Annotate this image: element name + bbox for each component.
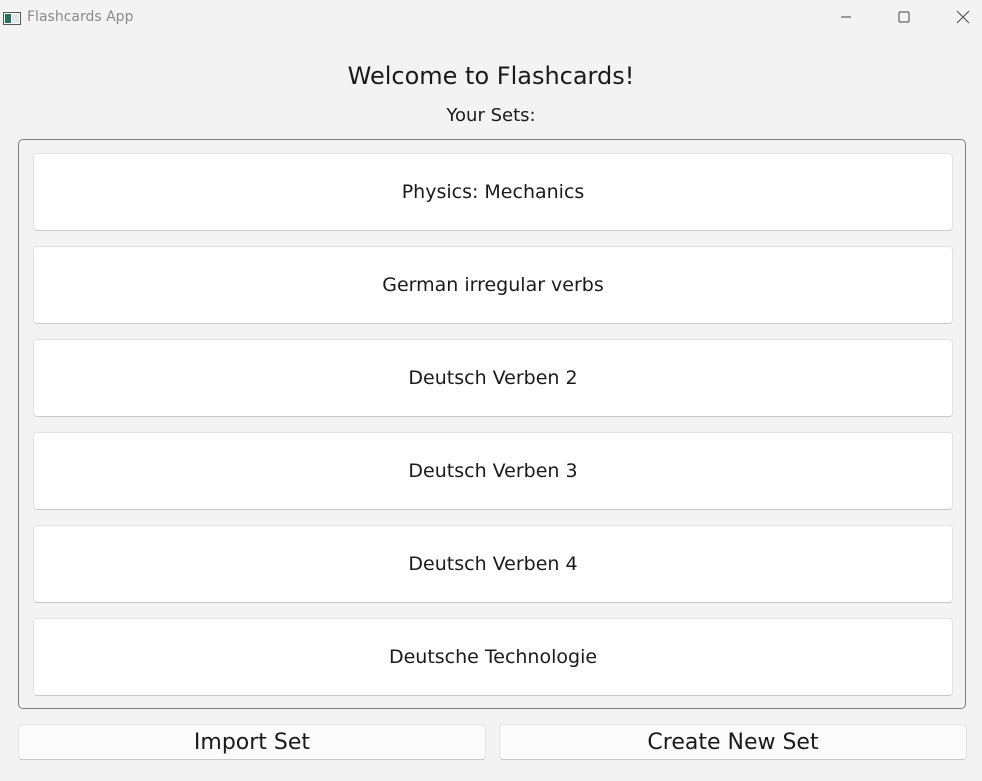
import-set-label: Import Set [193, 729, 311, 755]
window-title: Flashcards App [27, 9, 134, 25]
sets-list[interactable]: Physics: Mechanics German irregular verb… [18, 139, 966, 709]
set-item-label: Deutsch Verben 4 [408, 553, 578, 575]
maximize-icon [898, 11, 910, 23]
title-bar: Flashcards App [0, 0, 982, 34]
create-new-set-button[interactable]: Create New Set [499, 724, 967, 760]
set-item[interactable]: Deutsch Verben 4 [33, 525, 953, 603]
set-item[interactable]: Deutsch Verben 2 [33, 339, 953, 417]
maximize-button[interactable] [881, 0, 927, 34]
sets-subheading: Your Sets: [446, 105, 536, 126]
minimize-icon [840, 11, 852, 23]
welcome-heading: Welcome to Flashcards! [347, 62, 635, 90]
set-item-label: Deutsche Technologie [388, 646, 598, 668]
set-item[interactable]: German irregular verbs [33, 246, 953, 324]
app-icon [3, 10, 21, 25]
set-item[interactable]: Deutsche Technologie [33, 618, 953, 696]
import-set-button[interactable]: Import Set [18, 724, 486, 760]
close-icon [956, 10, 970, 24]
create-new-set-label: Create New Set [647, 729, 819, 755]
minimize-button[interactable] [823, 0, 869, 34]
set-item-label: Deutsch Verben 2 [408, 367, 578, 389]
set-item[interactable]: Physics: Mechanics [33, 153, 953, 231]
set-item[interactable]: Deutsch Verben 3 [33, 432, 953, 510]
set-item-label: Deutsch Verben 3 [408, 460, 578, 482]
set-item-label: German irregular verbs [382, 274, 604, 296]
close-button[interactable] [940, 0, 982, 34]
set-item-label: Physics: Mechanics [401, 181, 585, 203]
